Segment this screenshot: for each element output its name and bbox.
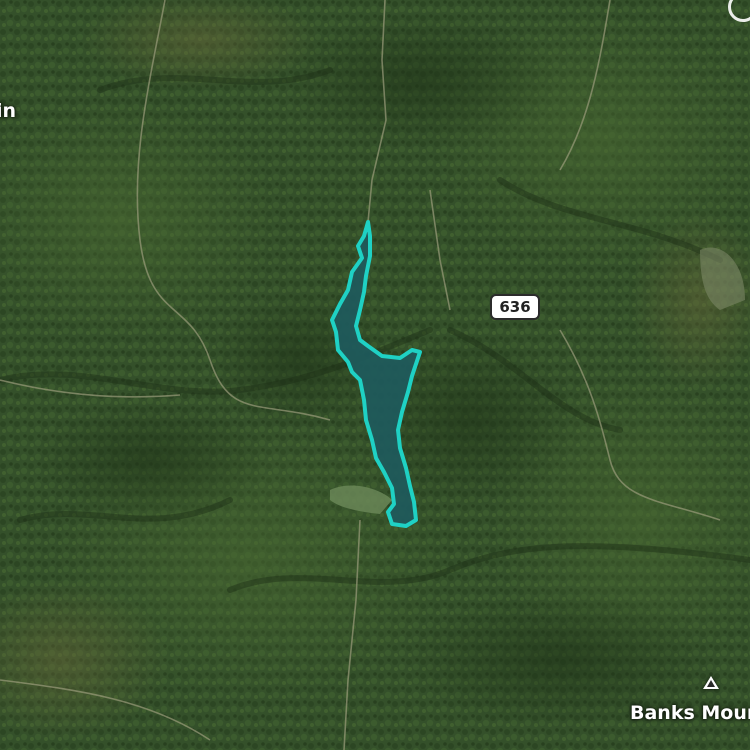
satellite-map[interactable]: in 636 Banks Moun — [0, 0, 750, 750]
place-label-partial[interactable]: in — [0, 100, 16, 122]
peak-label[interactable]: Banks Moun — [630, 702, 750, 724]
terrain-imagery — [0, 0, 750, 750]
mountain-peak-icon[interactable] — [703, 676, 719, 689]
route-636-shield[interactable]: 636 — [490, 294, 540, 320]
